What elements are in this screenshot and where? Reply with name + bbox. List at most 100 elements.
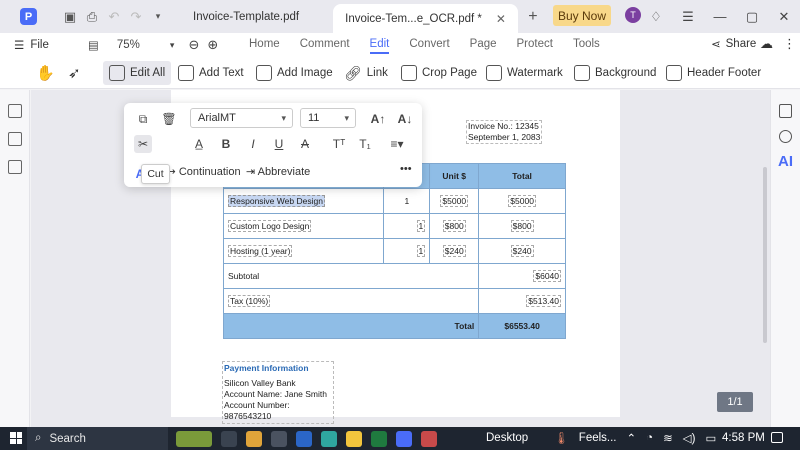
bookmark-icon[interactable] [7,132,22,146]
zoom-out-icon[interactable]: ⊖ [188,37,199,53]
wifi-icon[interactable]: ≋ [663,431,673,445]
start-button[interactable] [10,432,22,444]
chevron-down-icon[interactable]: ▾ [147,6,169,28]
vertical-scrollbar[interactable] [763,167,767,343]
font-family-select[interactable]: ArialMT [190,108,293,128]
edit-all-button[interactable]: Edit All [103,61,172,85]
folder-icon[interactable] [346,430,362,447]
minimize-icon[interactable]: — [704,9,736,24]
redo-icon[interactable]: ↷ [125,6,147,28]
file-explorer-icon[interactable] [271,430,287,447]
link-button[interactable]: 🔗︎ Link [344,61,388,85]
row-unit[interactable]: $800 [442,220,466,232]
add-image-button[interactable]: Add Image [256,61,333,85]
decrease-font-icon[interactable]: A↓ [396,110,414,128]
scissors-icon[interactable]: ✂ [134,135,152,153]
watermark-button[interactable]: Watermark [486,61,563,85]
total-value[interactable]: $6553.40 [504,321,539,331]
bold-icon[interactable]: B [217,135,235,153]
taskbar-search[interactable]: ⌕ Search [27,427,168,450]
tab-protect[interactable]: Protect [517,38,553,54]
header-footer-button[interactable]: Header Footer [666,61,761,85]
tab-home[interactable]: Home [249,38,280,54]
row-unit[interactable]: $5000 [440,195,469,207]
excel-icon[interactable] [371,430,387,447]
row-unit[interactable]: $240 [442,245,466,257]
select-tool-button[interactable]: ➶ [68,61,81,85]
network-icon[interactable]: ◔ [646,432,653,444]
subtotal-label[interactable]: Subtotal [228,271,259,281]
notification-icon[interactable] [771,432,783,443]
more-icon[interactable]: ⋮ [783,36,796,52]
align-icon[interactable]: ≡▾ [388,135,406,153]
text-color-icon[interactable]: A̲ [190,135,208,153]
new-tab-icon[interactable]: + [522,6,544,28]
abbreviate-button[interactable]: ⇥ Abbreviate [246,165,310,178]
tab-edit[interactable]: Edit [369,38,390,54]
save-icon[interactable]: ▣ [59,6,81,28]
row-qty[interactable]: 1 [416,220,426,232]
font-size-select[interactable]: 11 [300,108,356,128]
tab-invoice-template[interactable]: Invoice-Template.pdf [181,0,311,33]
bell-icon[interactable]: ♢ [640,9,672,25]
share-button[interactable]: ⋖ Share [711,37,756,51]
tab-invoice-ocr[interactable]: Invoice-Tem...e_OCR.pdf * ✕ [333,4,518,33]
total-label[interactable]: Total [455,321,475,331]
row-qty[interactable]: 1 [404,196,409,206]
background-button[interactable]: Background [574,61,656,85]
subtotal-value[interactable]: $6040 [533,270,561,282]
row-total[interactable]: $800 [510,220,534,232]
tab-page[interactable]: Page [470,38,497,54]
row-qty[interactable]: 1 [416,245,426,257]
row-description-selected[interactable]: Responsive Web Design [228,195,325,207]
avatar[interactable]: T [625,7,641,23]
file-menu[interactable]: ☰ File [14,38,49,52]
strikethrough-icon[interactable]: A [296,135,314,153]
delete-icon[interactable]: 🗑︎ [160,110,178,128]
tax-label[interactable]: Tax (10%) [228,295,271,307]
weather-label[interactable]: Feels... [579,432,617,444]
chevron-up-icon[interactable]: ⌃ [627,431,637,445]
row-description[interactable]: Custom Logo Design [228,220,312,232]
payment-info-block[interactable]: Payment Information Silicon Valley Bank … [222,361,334,424]
volume-icon[interactable]: ◁) [683,431,696,445]
menu-icon[interactable]: ☰ [672,9,704,25]
more-options-icon[interactable]: ••• [400,163,412,175]
hand-tool-button[interactable]: ✋ [36,61,55,85]
battery-icon[interactable]: ▭ [705,431,716,445]
widget-icon[interactable] [176,430,212,447]
row-total[interactable]: $240 [510,245,534,257]
clock[interactable]: 4:58 PM [722,432,765,444]
tab-convert[interactable]: Convert [409,38,449,54]
tab-comment[interactable]: Comment [300,38,350,54]
add-text-button[interactable]: Add Text [178,61,244,85]
task-view-icon[interactable] [221,430,237,447]
zoom-in-icon[interactable]: ⊕ [207,37,218,53]
superscript-icon[interactable]: Tᵀ [330,135,348,153]
tax-value[interactable]: $513.40 [526,295,561,307]
pdfelement-icon[interactable] [396,430,412,447]
increase-font-icon[interactable]: A↑ [369,110,387,128]
invoice-header-block[interactable]: Invoice No.: 12345 September 1, 2083 [466,120,543,144]
row-total[interactable]: $5000 [508,195,536,207]
thumbnail-icon[interactable] [7,104,22,118]
outlook-icon[interactable] [296,430,312,447]
desktop-label[interactable]: Desktop [486,432,528,444]
close-icon[interactable]: ✕ [768,9,800,25]
crop-page-button[interactable]: Crop Page [401,61,477,85]
properties-icon[interactable] [779,104,792,118]
italic-icon[interactable]: I [244,135,262,153]
comment-icon[interactable] [7,160,22,174]
underline-icon[interactable]: U [270,135,288,153]
buy-now-button[interactable]: Buy Now [553,5,611,26]
maximize-icon[interactable]: ▢ [736,9,768,25]
cloud-upload-icon[interactable]: ☁ [760,36,773,52]
app-icon[interactable] [421,430,437,447]
continuation-button[interactable]: ⟶ Continuation [160,165,241,178]
tab-tools[interactable]: Tools [573,38,600,54]
close-tab-icon[interactable]: ✕ [496,12,506,26]
copilot-icon[interactable] [246,430,262,447]
ai-icon[interactable]: AI [771,153,800,170]
zoom-control[interactable]: ▤ 75% ▾ ⊖ ⊕ [88,37,218,53]
row-description[interactable]: Hosting (1 year) [228,245,293,257]
